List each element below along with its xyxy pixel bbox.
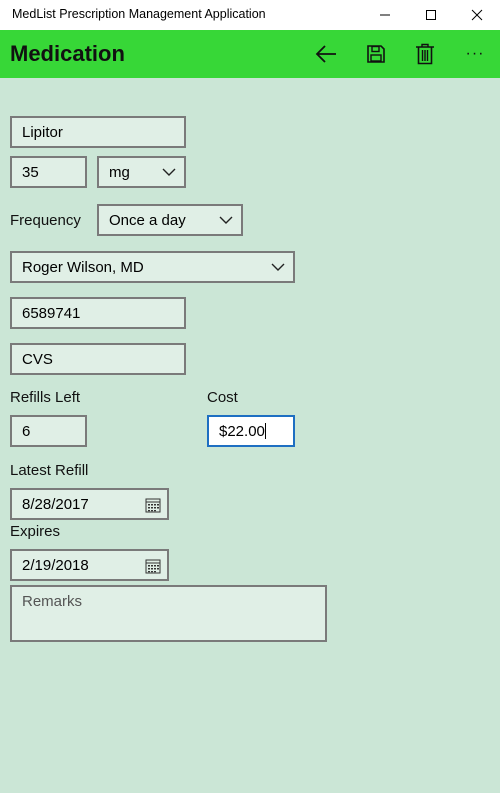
minimize-icon [380,14,390,16]
cost-input[interactable]: $22.00 [207,415,295,447]
close-button[interactable] [454,0,500,30]
floppy-disk-icon [367,45,385,63]
cost-label: Cost [207,389,238,406]
calendar-icon [145,498,161,513]
dose-amount-input[interactable]: 35 [10,156,87,188]
expires-date-picker[interactable]: 2/19/2018 [10,549,169,581]
maximize-icon [426,10,436,20]
medication-name-input[interactable]: Lipitor [10,116,186,148]
expires-label: Expires [10,523,61,540]
minimize-button[interactable] [362,0,408,30]
maximize-button[interactable] [408,0,454,30]
more-options-button[interactable]: ··· [451,30,499,78]
refills-left-label: Refills Left [10,389,81,406]
chevron-down-icon [271,263,285,271]
refills-left-input[interactable]: 6 [10,415,87,447]
latest-refill-value: 8/28/2017 [22,496,89,513]
expires-value: 2/19/2018 [22,557,89,574]
medication-name-value: Lipitor [22,124,63,141]
back-button[interactable] [302,30,350,78]
app-header: Medication ··· [0,30,500,78]
arrow-left-icon [315,45,336,63]
more-icon: ··· [465,45,485,62]
remarks-textarea[interactable]: Remarks [10,585,327,642]
pharmacy-input[interactable]: CVS [10,343,186,375]
frequency-select[interactable]: Once a day [97,204,243,236]
frequency-value: Once a day [109,212,186,229]
calendar-icon [145,559,161,574]
dose-amount-value: 35 [22,164,39,181]
doctor-value: Roger Wilson, MD [22,259,144,276]
refills-left-value: 6 [22,423,31,440]
latest-refill-date-picker[interactable]: 8/28/2017 [10,488,169,520]
rx-number-value: 6589741 [22,305,81,322]
chevron-down-icon [219,216,233,224]
save-button[interactable] [352,30,400,78]
text-caret [264,423,266,439]
doctor-select[interactable]: Roger Wilson, MD [10,251,295,283]
rx-number-input[interactable]: 6589741 [10,297,186,329]
trash-can-icon [416,43,434,65]
cost-value: $22.00 [219,423,266,440]
chevron-down-icon [162,168,176,176]
cost-text: $22.00 [219,423,265,440]
pharmacy-value: CVS [22,351,53,368]
dose-unit-select[interactable]: mg [97,156,186,188]
remarks-placeholder: Remarks [22,593,83,610]
dose-unit-value: mg [109,164,130,181]
delete-button[interactable] [401,30,449,78]
close-icon [471,9,483,21]
latest-refill-label: Latest Refill [10,462,89,479]
window-title-bar: MedList Prescription Management Applicat… [0,0,500,30]
window-title: MedList Prescription Management Applicat… [12,7,266,21]
frequency-label: Frequency [10,212,81,229]
page-title: Medication [10,41,125,66]
